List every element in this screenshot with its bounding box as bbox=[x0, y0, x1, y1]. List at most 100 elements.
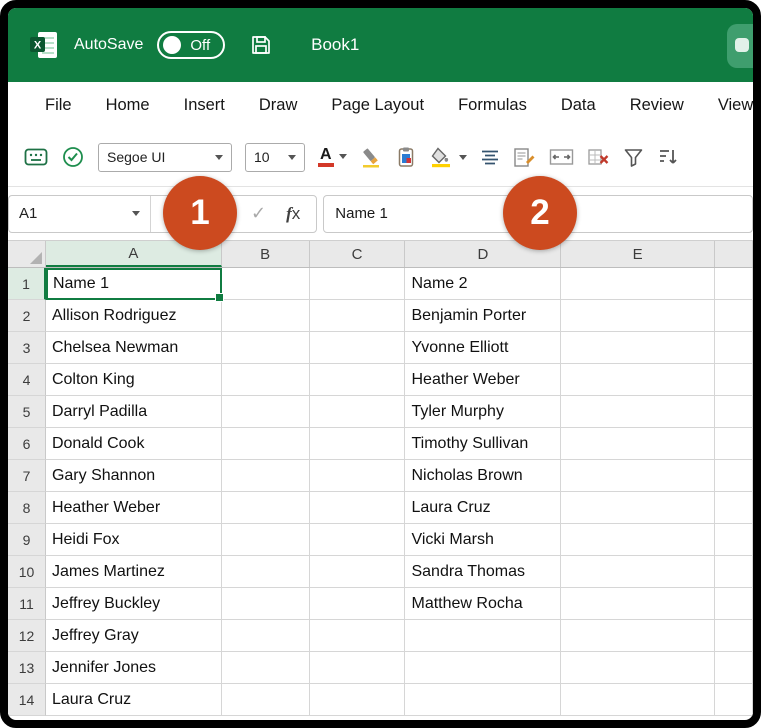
cell-D10[interactable]: Sandra Thomas bbox=[405, 556, 561, 588]
cell-E11[interactable] bbox=[561, 588, 715, 620]
cell-D13[interactable] bbox=[405, 652, 561, 684]
cell-A11[interactable]: Jeffrey Buckley bbox=[46, 588, 222, 620]
column-header-partial[interactable] bbox=[715, 241, 753, 267]
cell-A9[interactable]: Heidi Fox bbox=[46, 524, 222, 556]
cell-C9[interactable] bbox=[310, 524, 406, 556]
cell-F12[interactable] bbox=[715, 620, 753, 652]
row-header-12[interactable]: 12 bbox=[8, 620, 46, 652]
save-icon[interactable] bbox=[249, 33, 273, 57]
row-header-10[interactable]: 10 bbox=[8, 556, 46, 588]
row-header-6[interactable]: 6 bbox=[8, 428, 46, 460]
cell-E8[interactable] bbox=[561, 492, 715, 524]
cell-F13[interactable] bbox=[715, 652, 753, 684]
row-header-11[interactable]: 11 bbox=[8, 588, 46, 620]
cell-A1[interactable]: Name 1 bbox=[46, 268, 222, 300]
cell-C5[interactable] bbox=[310, 396, 406, 428]
sort-icon[interactable] bbox=[657, 147, 679, 167]
cell-F5[interactable] bbox=[715, 396, 753, 428]
cell-D9[interactable]: Vicki Marsh bbox=[405, 524, 561, 556]
cell-D1[interactable]: Name 2 bbox=[405, 268, 561, 300]
cell-C8[interactable] bbox=[310, 492, 406, 524]
cell-E7[interactable] bbox=[561, 460, 715, 492]
cell-E12[interactable] bbox=[561, 620, 715, 652]
cell-C10[interactable] bbox=[310, 556, 406, 588]
select-all-button[interactable] bbox=[8, 241, 46, 267]
cell-B10[interactable] bbox=[222, 556, 310, 588]
cell-A12[interactable]: Jeffrey Gray bbox=[46, 620, 222, 652]
row-header-8[interactable]: 8 bbox=[8, 492, 46, 524]
tab-data[interactable]: Data bbox=[544, 96, 613, 115]
highlighter-icon[interactable] bbox=[360, 146, 382, 168]
cell-C11[interactable] bbox=[310, 588, 406, 620]
cell-F11[interactable] bbox=[715, 588, 753, 620]
cell-B1[interactable] bbox=[222, 268, 310, 300]
cell-E10[interactable] bbox=[561, 556, 715, 588]
cell-B8[interactable] bbox=[222, 492, 310, 524]
tab-home[interactable]: Home bbox=[89, 96, 167, 115]
fx-icon[interactable]: fx bbox=[286, 204, 300, 224]
cell-B7[interactable] bbox=[222, 460, 310, 492]
cell-C14[interactable] bbox=[310, 684, 406, 716]
cell-E9[interactable] bbox=[561, 524, 715, 556]
cell-E2[interactable] bbox=[561, 300, 715, 332]
font-size-select[interactable]: 10 bbox=[245, 143, 305, 172]
cell-B12[interactable] bbox=[222, 620, 310, 652]
cell-D7[interactable]: Nicholas Brown bbox=[405, 460, 561, 492]
cell-A13[interactable]: Jennifer Jones bbox=[46, 652, 222, 684]
row-header-1[interactable]: 1 bbox=[8, 268, 46, 300]
delete-cells-icon[interactable] bbox=[587, 147, 610, 167]
row-header-14[interactable]: 14 bbox=[8, 684, 46, 716]
align-center-icon[interactable] bbox=[480, 149, 500, 166]
cell-F6[interactable] bbox=[715, 428, 753, 460]
keyboard-icon[interactable] bbox=[24, 147, 48, 167]
cell-A14[interactable]: Laura Cruz bbox=[46, 684, 222, 716]
row-header-2[interactable]: 2 bbox=[8, 300, 46, 332]
cell-C12[interactable] bbox=[310, 620, 406, 652]
tab-draw[interactable]: Draw bbox=[242, 96, 315, 115]
cell-E6[interactable] bbox=[561, 428, 715, 460]
check-circle-icon[interactable] bbox=[61, 145, 85, 169]
cell-B14[interactable] bbox=[222, 684, 310, 716]
row-header-13[interactable]: 13 bbox=[8, 652, 46, 684]
row-header-5[interactable]: 5 bbox=[8, 396, 46, 428]
cell-B13[interactable] bbox=[222, 652, 310, 684]
cell-F10[interactable] bbox=[715, 556, 753, 588]
merge-cells-icon[interactable] bbox=[549, 148, 574, 166]
cell-D14[interactable] bbox=[405, 684, 561, 716]
column-header-E[interactable]: E bbox=[561, 241, 715, 267]
row-header-3[interactable]: 3 bbox=[8, 332, 46, 364]
cell-A3[interactable]: Chelsea Newman bbox=[46, 332, 222, 364]
fill-handle[interactable] bbox=[215, 293, 224, 302]
cell-F1[interactable] bbox=[715, 268, 753, 300]
cell-C1[interactable] bbox=[310, 268, 406, 300]
cell-B11[interactable] bbox=[222, 588, 310, 620]
cell-F2[interactable] bbox=[715, 300, 753, 332]
cell-D11[interactable]: Matthew Rocha bbox=[405, 588, 561, 620]
cell-C13[interactable] bbox=[310, 652, 406, 684]
cell-E13[interactable] bbox=[561, 652, 715, 684]
cell-A10[interactable]: James Martinez bbox=[46, 556, 222, 588]
font-name-select[interactable]: Segoe UI bbox=[98, 143, 232, 172]
cell-E5[interactable] bbox=[561, 396, 715, 428]
paste-icon[interactable] bbox=[395, 146, 417, 168]
cell-C4[interactable] bbox=[310, 364, 406, 396]
cell-D4[interactable]: Heather Weber bbox=[405, 364, 561, 396]
row-header-7[interactable]: 7 bbox=[8, 460, 46, 492]
cell-A4[interactable]: Colton King bbox=[46, 364, 222, 396]
tab-file[interactable]: File bbox=[28, 96, 89, 115]
tab-page-layout[interactable]: Page Layout bbox=[314, 96, 441, 115]
cell-E1[interactable] bbox=[561, 268, 715, 300]
cell-B9[interactable] bbox=[222, 524, 310, 556]
cell-C2[interactable] bbox=[310, 300, 406, 332]
tab-formulas[interactable]: Formulas bbox=[441, 96, 544, 115]
cell-D6[interactable]: Timothy Sullivan bbox=[405, 428, 561, 460]
row-header-4[interactable]: 4 bbox=[8, 364, 46, 396]
cell-D12[interactable] bbox=[405, 620, 561, 652]
cell-E14[interactable] bbox=[561, 684, 715, 716]
cell-B3[interactable] bbox=[222, 332, 310, 364]
cell-F14[interactable] bbox=[715, 684, 753, 716]
enter-icon[interactable]: ✓ bbox=[251, 203, 266, 224]
filter-icon[interactable] bbox=[623, 147, 644, 168]
excel-app-icon[interactable]: X bbox=[28, 29, 60, 61]
tab-insert[interactable]: Insert bbox=[167, 96, 242, 115]
